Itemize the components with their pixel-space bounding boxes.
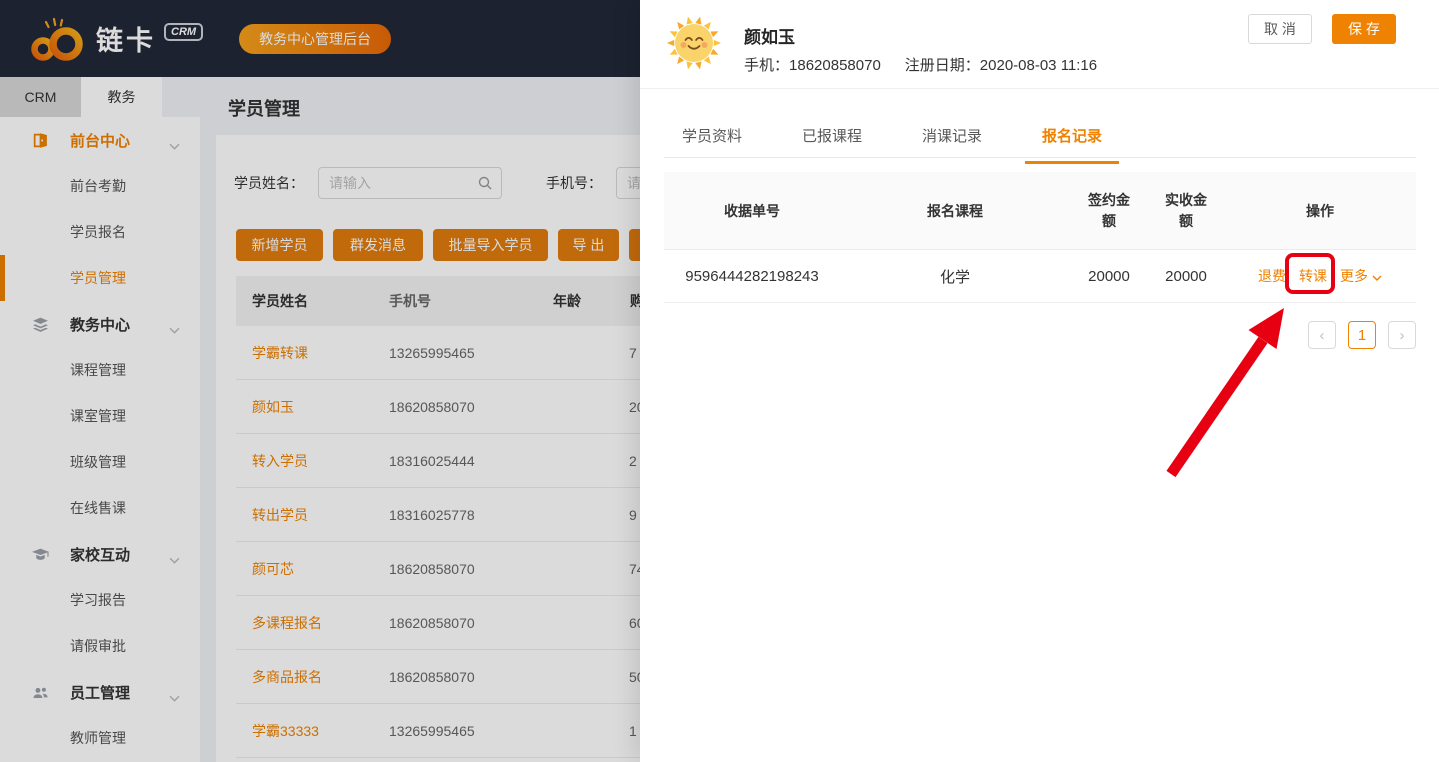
header-divider <box>640 88 1439 89</box>
prev-page-button[interactable]: ‹ <box>1308 321 1336 349</box>
transfer-course-link[interactable]: 转课 <box>1299 266 1327 286</box>
register-date-value: 2020-08-03 11:16 <box>979 57 1098 74</box>
tabs-divider <box>664 157 1416 158</box>
record-row: 9596444282198243 化学 20000 20000 退费 转课 更多 <box>664 250 1416 303</box>
tab-student-profile[interactable]: 学员资料 <box>682 125 742 158</box>
sun-avatar-icon <box>666 15 722 71</box>
course-cell: 化学 <box>939 268 970 286</box>
page-1-button[interactable]: 1 <box>1348 321 1376 349</box>
student-info-line: 手机：18620858070 注册日期：2020-08-03 11:16 <box>744 54 1097 75</box>
records-table-header: 收据单号 报名课程 签约金额 实收金额 操作 <box>664 172 1416 250</box>
cancel-button[interactable]: 取 消 <box>1248 14 1312 44</box>
records-column-header: 实收金额 <box>1165 191 1207 229</box>
receipt-no-cell: 9596444282198243 <box>685 267 819 285</box>
records-column-header: 签约金额 <box>1088 191 1130 229</box>
pagination: ‹ 1 › <box>1308 321 1416 349</box>
student-detail-drawer: 颜如玉 手机：18620858070 注册日期：2020-08-03 11:16 … <box>640 0 1439 762</box>
student-name: 颜如玉 <box>744 28 795 47</box>
enrollment-records-table: 收据单号 报名课程 签约金额 实收金额 操作 9596444282198243 化学 2… <box>664 172 1416 303</box>
more-link[interactable]: 更多 <box>1340 266 1382 286</box>
tab-enrolled-courses[interactable]: 已报课程 <box>802 125 862 158</box>
phone-label: 手机： <box>744 57 790 74</box>
chevron-down-icon <box>1372 268 1382 284</box>
tab-lesson-consumption[interactable]: 消课记录 <box>922 125 982 158</box>
received-amount-cell: 20000 <box>1165 267 1207 285</box>
phone-value: 18620858070 <box>789 57 881 74</box>
row-actions: 退费 转课 更多 <box>1224 266 1416 286</box>
save-button[interactable]: 保 存 <box>1332 14 1396 44</box>
refund-link[interactable]: 退费 <box>1258 266 1286 286</box>
drawer-tabs: 学员资料 已报课程 消课记录 报名记录 <box>682 125 1120 164</box>
next-page-button[interactable]: › <box>1388 321 1416 349</box>
signed-amount-cell: 20000 <box>1088 267 1130 285</box>
records-column-header: 收据单号 <box>724 202 780 219</box>
records-column-header: 报名课程 <box>927 202 983 219</box>
records-column-header: 操作 <box>1306 202 1334 219</box>
register-date-label: 注册日期： <box>904 57 980 74</box>
avatar <box>666 15 722 71</box>
tab-enrollment-records[interactable]: 报名记录 <box>1025 125 1120 164</box>
